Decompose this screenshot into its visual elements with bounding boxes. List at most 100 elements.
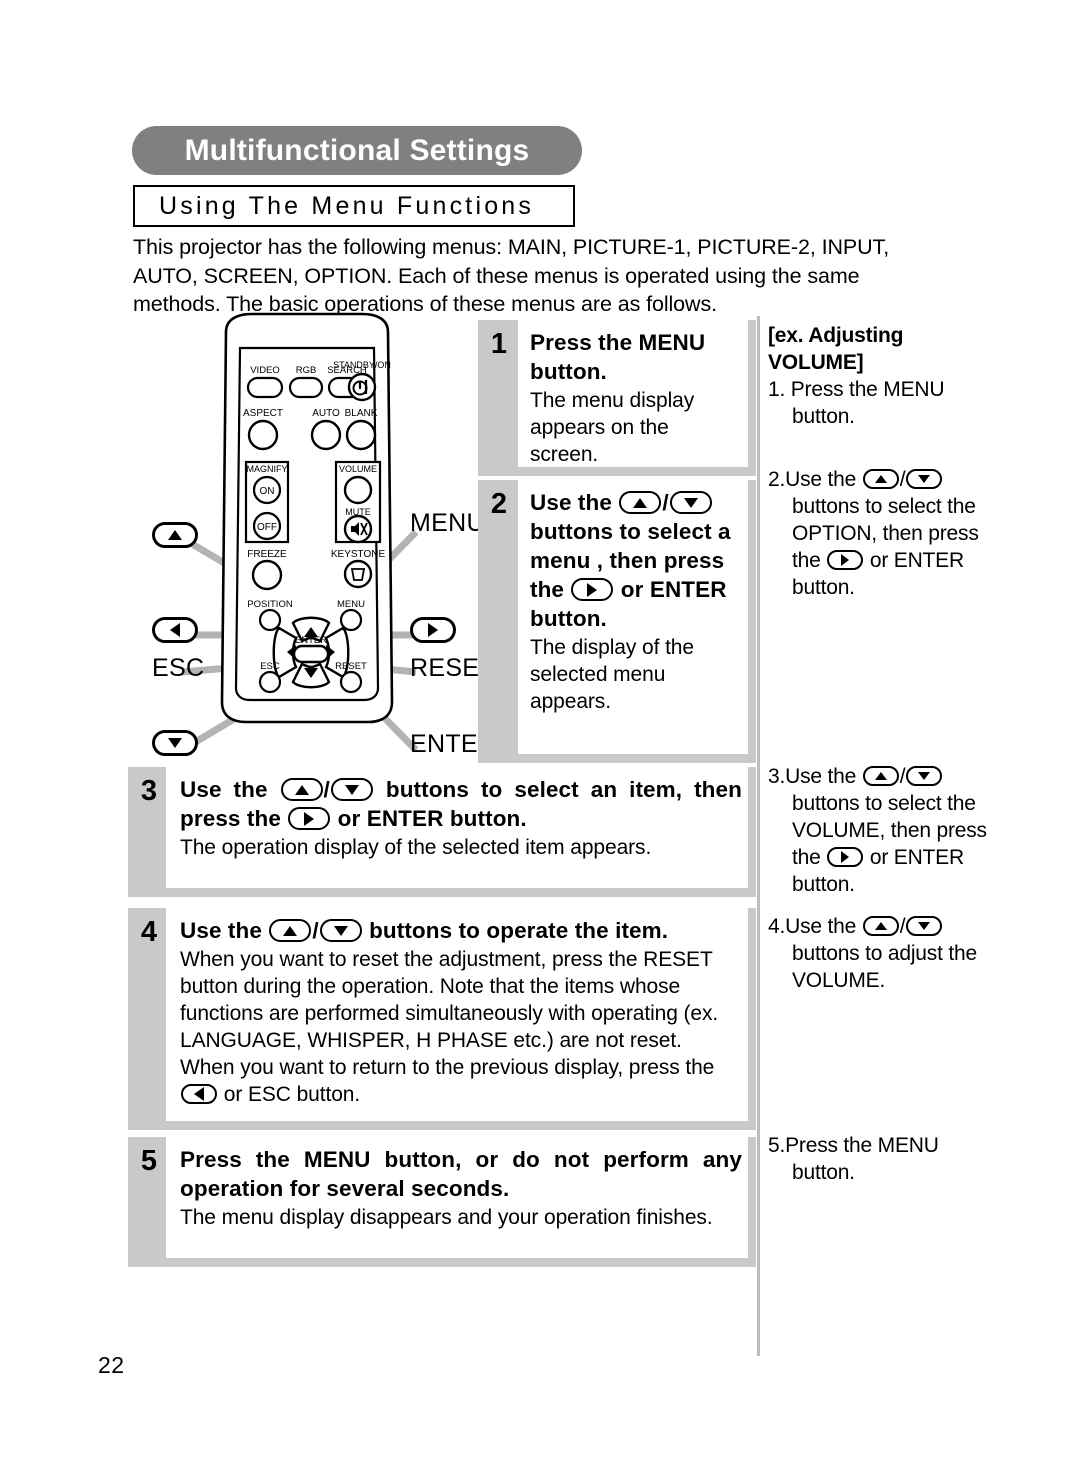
example-item-2: 2.Use the / buttons to select the OPTION… bbox=[768, 468, 979, 599]
left-arrow-icon bbox=[152, 617, 198, 643]
left-arrow-icon bbox=[181, 1084, 217, 1105]
down-arrow-icon bbox=[330, 778, 373, 802]
up-arrow-icon bbox=[619, 491, 662, 515]
step-heading: Use the / buttons to select a menu , the… bbox=[530, 490, 731, 632]
section-subtitle-box: Using The Menu Functions bbox=[133, 185, 575, 227]
example-heading-block: [ex. Adjusting VOLUME] 1. Press the MENU… bbox=[768, 322, 978, 430]
step-number: 3 bbox=[140, 775, 158, 807]
step-box-5: 5 Press the MENU button, or do not perfo… bbox=[128, 1137, 756, 1267]
svg-text:MAGNIFY: MAGNIFY bbox=[246, 464, 287, 474]
svg-text:BLANK: BLANK bbox=[345, 408, 378, 419]
remote-volume-group: VOLUME MUTE bbox=[334, 460, 382, 544]
down-arrow-icon bbox=[319, 919, 362, 943]
right-arrow-icon bbox=[288, 807, 331, 831]
step-heading: Use the / buttons to operate the item. bbox=[180, 918, 669, 943]
step-heading-part-a: Use the bbox=[180, 777, 268, 802]
right-arrow-icon bbox=[827, 846, 864, 867]
step-heading-line1: Press the MENU bbox=[530, 330, 706, 355]
svg-text:ON: ON bbox=[260, 486, 275, 497]
svg-text:MENU: MENU bbox=[337, 599, 365, 610]
step-number: 5 bbox=[140, 1145, 158, 1177]
svg-text:ESC: ESC bbox=[260, 661, 280, 672]
svg-text:RESET: RESET bbox=[335, 661, 367, 672]
svg-text:RGB: RGB bbox=[296, 365, 317, 376]
right-arrow-icon bbox=[410, 617, 456, 643]
step-box-4: 4 Use the / buttons to operate the item.… bbox=[128, 908, 756, 1130]
page-title-banner: Multifunctional Settings bbox=[132, 126, 582, 175]
callout-menu-label: MENU bbox=[410, 509, 485, 537]
step-description: The menu display appears on the screen. bbox=[530, 389, 695, 466]
up-arrow-icon bbox=[280, 778, 323, 802]
remote-enter-button: ENTER bbox=[292, 635, 330, 664]
section-subtitle: Using The Menu Functions bbox=[159, 191, 535, 220]
example-item-3: 3.Use the / buttons to select the VOLUME… bbox=[768, 765, 987, 896]
svg-text:STANDBY/ON: STANDBY/ON bbox=[333, 360, 391, 370]
step-heading: Use the / buttons to select an item, the… bbox=[180, 777, 742, 832]
step-heading-part-b: buttons to operate the item. bbox=[369, 918, 669, 943]
down-arrow-icon bbox=[152, 730, 198, 756]
down-arrow-icon bbox=[669, 491, 712, 515]
step-number: 2 bbox=[490, 488, 508, 520]
step-heading-part-a: Use the bbox=[180, 918, 262, 943]
remote-magnify-group: MAGNIFY ON OFF bbox=[244, 460, 290, 544]
up-arrow-icon bbox=[862, 915, 899, 936]
up-arrow-icon bbox=[862, 468, 899, 489]
svg-text:ENTER: ENTER bbox=[295, 635, 327, 646]
column-divider bbox=[757, 316, 760, 1356]
example-heading: [ex. Adjusting VOLUME] bbox=[768, 324, 904, 374]
step-box-2: 2 Use the / buttons to select a menu , t… bbox=[478, 480, 756, 763]
callout-right-button bbox=[410, 617, 456, 650]
right-arrow-icon bbox=[827, 549, 864, 570]
down-arrow-icon bbox=[906, 468, 943, 489]
step-box-3: 3 Use the / buttons to select an item, t… bbox=[128, 767, 756, 897]
svg-text:OFF: OFF bbox=[257, 522, 277, 533]
intro-paragraph: This projector has the following menus: … bbox=[133, 235, 890, 316]
svg-text:ASPECT: ASPECT bbox=[243, 408, 283, 419]
up-arrow-icon bbox=[269, 919, 312, 943]
up-arrow-icon bbox=[152, 522, 198, 548]
step-heading-line2: button. bbox=[530, 359, 607, 384]
step-description: The display of the selected menu appears… bbox=[530, 636, 694, 714]
down-arrow-icon bbox=[906, 765, 943, 786]
step-description-part-b: When you want to return to the previous … bbox=[180, 1056, 715, 1080]
step-body: Use the / buttons to operate the item. W… bbox=[180, 916, 742, 1108]
example-item-1: 1. Press the MENU button. bbox=[768, 378, 945, 428]
example-item-4-part-b: buttons to adjust the VOLUME. bbox=[792, 942, 977, 992]
example-item-3-part-a: 3.Use the bbox=[768, 765, 857, 788]
up-arrow-icon bbox=[862, 765, 899, 786]
example-item-4: 4.Use the / buttons to adjust the VOLUME… bbox=[768, 915, 977, 992]
step-number: 1 bbox=[490, 328, 508, 360]
callout-down-button bbox=[152, 730, 198, 763]
callout-esc-label: ESC bbox=[152, 654, 205, 682]
svg-text:AUTO: AUTO bbox=[312, 408, 340, 419]
svg-text:FREEZE: FREEZE bbox=[247, 549, 287, 560]
step-heading-part-c: or ENTER button. bbox=[337, 806, 527, 832]
svg-text:KEYSTONE: KEYSTONE bbox=[331, 549, 386, 560]
document-page: Multifunctional Settings Using The Menu … bbox=[0, 0, 1080, 1484]
right-arrow-icon bbox=[571, 578, 614, 602]
step-number: 4 bbox=[140, 916, 158, 948]
page-number: 22 bbox=[98, 1352, 125, 1378]
callout-left-button bbox=[152, 617, 198, 650]
step-heading-part-a: Use the bbox=[530, 490, 612, 515]
step-description: When you want to reset the adjustment, p… bbox=[180, 946, 742, 1108]
step-body: Press the MENU button. The menu display … bbox=[530, 328, 742, 468]
svg-text:VIDEO: VIDEO bbox=[250, 365, 280, 376]
step-body: Press the MENU button, or do not perform… bbox=[180, 1145, 742, 1231]
page-title: Multifunctional Settings bbox=[184, 133, 530, 167]
step-description: The menu display disappears and your ope… bbox=[180, 1206, 713, 1229]
step-heading: Press the MENU button. bbox=[530, 328, 742, 386]
step-body: Use the / buttons to select an item, the… bbox=[180, 775, 742, 861]
example-item-5: 5.Press the MENU button. bbox=[768, 1134, 939, 1184]
example-item-4-part-a: 4.Use the bbox=[768, 915, 857, 938]
down-arrow-icon bbox=[906, 915, 943, 936]
step-body: Use the / buttons to select a menu , the… bbox=[530, 488, 742, 715]
step-box-1: 1 Press the MENU button. The menu displa… bbox=[478, 320, 756, 476]
svg-text:VOLUME: VOLUME bbox=[339, 464, 377, 474]
example-item-2-part-a: 2.Use the bbox=[768, 468, 857, 491]
step-description: The operation display of the selected it… bbox=[180, 836, 652, 860]
step-description-part-a: When you want to reset the adjustment, p… bbox=[180, 948, 719, 1053]
callout-up-button bbox=[152, 522, 198, 555]
svg-text:POSITION: POSITION bbox=[247, 599, 293, 610]
step-description-part-c: or ESC button. bbox=[223, 1083, 361, 1107]
